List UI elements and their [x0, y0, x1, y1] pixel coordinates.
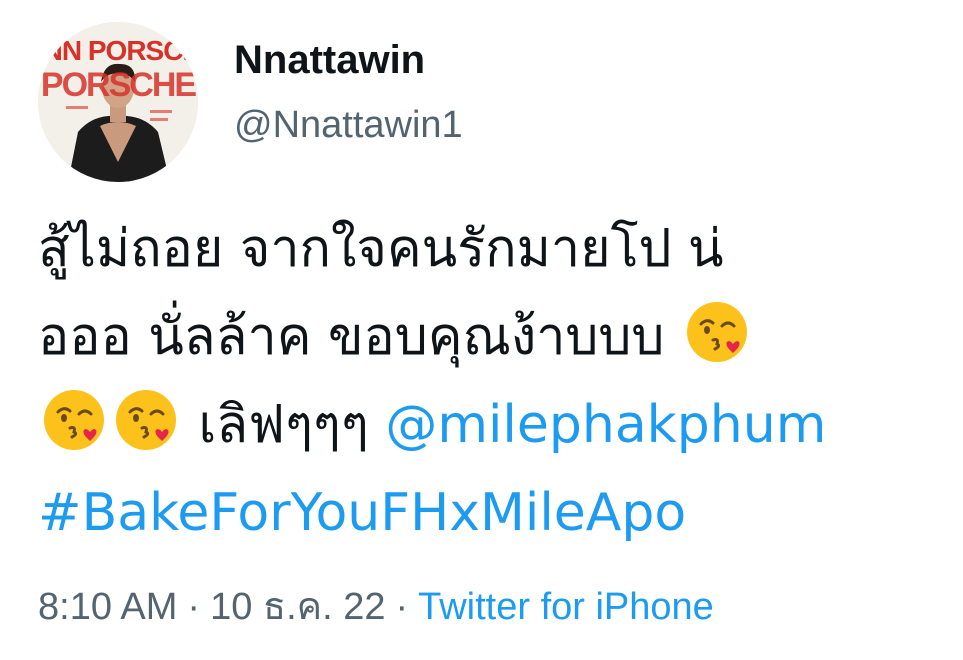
tweet-line-3-text: เลิฟๆๆๆ — [198, 395, 369, 455]
tweet-time[interactable]: 8:10 AM — [38, 586, 177, 628]
svg-text:PORSCHE: PORSCHE — [41, 66, 196, 104]
avatar-logo-text: KINN PORSCHE — [38, 35, 198, 66]
user-handle[interactable]: @Nnattawin1 — [234, 102, 463, 148]
mention-link[interactable]: @milephakphum — [385, 395, 826, 455]
tweet-line-1: สู้ไม่ถอย จากใจคนรักมายโป น่ — [38, 219, 724, 279]
tweet-header: KINN PORSCHE PORSCHE Nnattawin @Nnattawi… — [38, 22, 463, 182]
tweet-source-link[interactable]: Twitter for iPhone — [418, 586, 714, 628]
tweet-line-3: เลิฟๆๆๆ @milephakphum — [38, 381, 938, 469]
tweet-text: สู้ไม่ถอย จากใจคนรักมายโป น่ อออ นั่ลล้า… — [38, 205, 938, 557]
tweet-line-2: อออ นั่ลล้าค ขอบคุณง้าบบบ — [38, 293, 938, 381]
tweet-meta: 8:10 AM · 10 ธ.ค. 22 · Twitter for iPhone — [38, 582, 714, 632]
tweet-date[interactable]: 10 ธ.ค. 22 — [210, 586, 385, 628]
author-names: Nnattawin @Nnattawin1 — [234, 36, 463, 148]
meta-separator: · — [395, 586, 409, 628]
face-blowing-kiss-icon — [114, 388, 178, 452]
tweet-card: KINN PORSCHE PORSCHE Nnattawin @Nnattawi… — [0, 0, 963, 660]
display-name[interactable]: Nnattawin — [234, 36, 463, 84]
face-blowing-kiss-icon — [42, 388, 106, 452]
hashtag-link[interactable]: #BakeForYouFHxMileApo — [38, 469, 938, 557]
tweet-line-2-text: อออ นั่ลล้าค ขอบคุณง้าบบบ — [38, 307, 665, 367]
face-blowing-kiss-icon — [685, 300, 749, 364]
avatar[interactable]: KINN PORSCHE PORSCHE — [38, 22, 198, 182]
avatar-image: KINN PORSCHE PORSCHE — [38, 22, 198, 182]
meta-separator: · — [187, 586, 201, 628]
